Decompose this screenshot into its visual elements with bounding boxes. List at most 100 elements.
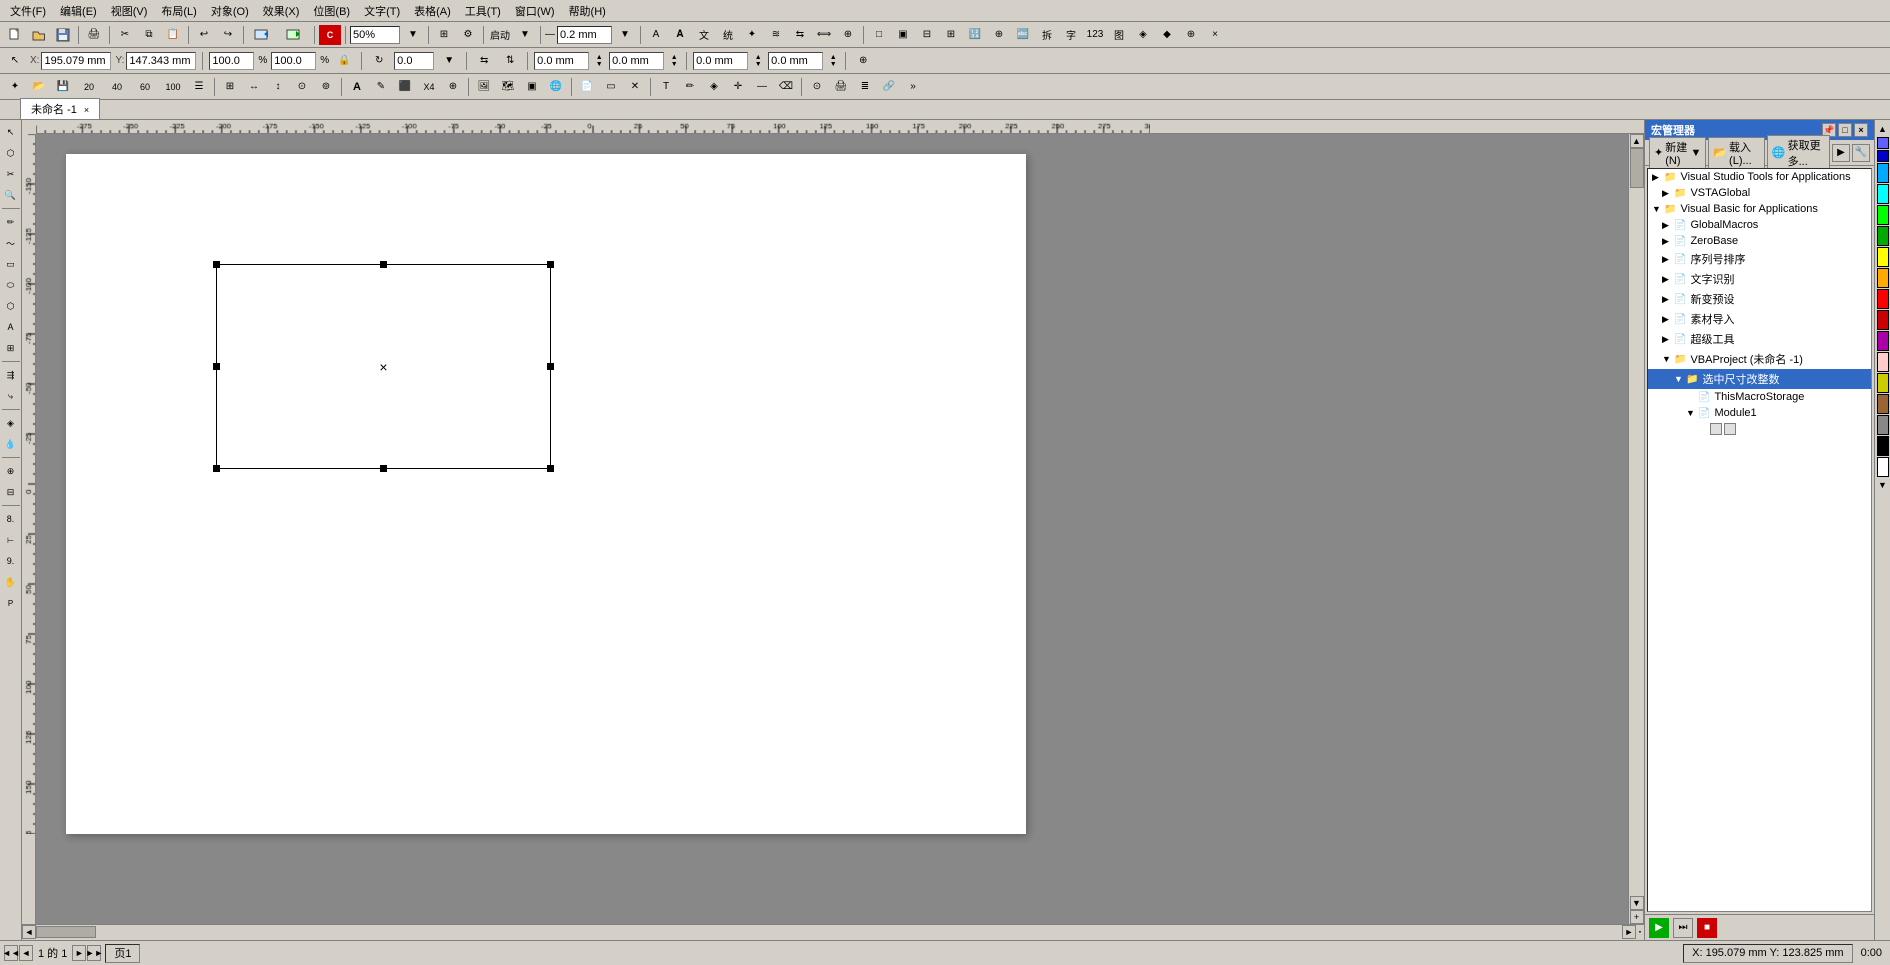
tb-icon-g[interactable]: ⇆ xyxy=(789,25,811,45)
t2-printer[interactable]: 🖨 xyxy=(830,77,852,97)
rectangle-object[interactable]: × xyxy=(216,264,551,469)
color-strip-up[interactable]: ▲ xyxy=(1876,122,1890,136)
import-btn[interactable] xyxy=(248,25,278,45)
tree-material[interactable]: ▶ 📄 素材导入 xyxy=(1648,309,1871,329)
menu-window[interactable]: 窗口(W) xyxy=(509,1,561,21)
tool-8[interactable]: 8. xyxy=(1,509,21,529)
print-btn[interactable]: 🖨 xyxy=(83,25,105,45)
menu-help[interactable]: 帮助(H) xyxy=(563,1,612,21)
tb-icon-r[interactable]: 字 xyxy=(1060,25,1082,45)
scroll-up-btn[interactable]: ▲ xyxy=(1630,134,1644,148)
menu-text[interactable]: 文字(T) xyxy=(358,1,406,21)
page-prev-btn[interactable]: ◄ xyxy=(19,945,33,961)
pos-x-input[interactable] xyxy=(534,52,589,70)
pos-y-arrows[interactable]: ▲▼ xyxy=(668,51,680,71)
tree-toggle-zerobase[interactable]: ▶ xyxy=(1662,236,1672,247)
color-gray[interactable] xyxy=(1877,415,1889,435)
scroll-track-h[interactable] xyxy=(36,925,1622,940)
handle-bot-mid[interactable] xyxy=(380,465,387,472)
t2-rect[interactable]: ▭ xyxy=(600,77,622,97)
tb-icon-t[interactable]: 图 xyxy=(1108,25,1130,45)
tool-extras[interactable]: ⊕ xyxy=(1,461,21,481)
scroll-thumb-h[interactable] xyxy=(36,926,96,938)
tree-toggle-vstaglobal[interactable]: ▶ xyxy=(1662,188,1672,199)
menu-bitmap[interactable]: 位图(B) xyxy=(307,1,356,21)
menu-effects[interactable]: 效果(X) xyxy=(257,1,306,21)
menu-edit[interactable]: 编辑(E) xyxy=(54,1,103,21)
tool-eyedrop[interactable]: 💧 xyxy=(1,434,21,454)
handle-bot-right[interactable] xyxy=(547,465,554,472)
page-last-btn[interactable]: ►► xyxy=(87,945,101,961)
tool-ellipse[interactable]: ⬭ xyxy=(1,275,21,295)
page-next-btn[interactable]: ► xyxy=(72,945,86,961)
color-darkblue[interactable] xyxy=(1877,150,1889,162)
color-olive[interactable] xyxy=(1877,373,1889,393)
macro-load-btn[interactable]: 📂 载入(L)... xyxy=(1708,137,1765,169)
t2-img1[interactable]: 🖼 xyxy=(473,77,495,97)
tool-hand[interactable]: ✋ xyxy=(1,572,21,592)
tb-icon-v[interactable]: ◆ xyxy=(1156,25,1178,45)
t2-T[interactable]: T xyxy=(655,77,677,97)
expand-btn[interactable]: + xyxy=(1630,910,1644,924)
t2-A-btn[interactable]: A xyxy=(346,77,368,97)
settings-btn[interactable]: ⚙ xyxy=(457,25,479,45)
rotation-input[interactable] xyxy=(394,52,434,70)
x-input[interactable] xyxy=(41,52,111,70)
t2-num2[interactable]: 40 xyxy=(104,77,130,97)
lock-ratio-btn[interactable]: 🔒 xyxy=(333,51,355,71)
tb-icon-b[interactable]: 𝐀 xyxy=(669,25,691,45)
t2-f[interactable]: ⊚ xyxy=(315,77,337,97)
t2-barcode[interactable]: ≣ xyxy=(854,77,876,97)
color-lightblue[interactable] xyxy=(1877,163,1889,183)
tool-crop[interactable]: ✂ xyxy=(1,164,21,184)
t2-eraser[interactable]: ⌫ xyxy=(775,77,797,97)
menu-tools[interactable]: 工具(T) xyxy=(459,1,507,21)
size-h-arrows[interactable]: ▲▼ xyxy=(827,51,839,71)
tool-p[interactable]: P xyxy=(1,593,21,613)
tree-toggle-seqsort[interactable]: ▶ xyxy=(1662,254,1672,265)
tool-parallel[interactable]: ⇶ xyxy=(1,365,21,385)
t2-open[interactable]: 📂 xyxy=(28,77,50,97)
t2-x4[interactable]: X4 xyxy=(418,77,440,97)
t2-d[interactable]: ↕ xyxy=(267,77,289,97)
tree-toggle-material[interactable]: ▶ xyxy=(1662,314,1672,325)
t2-line[interactable]: — xyxy=(751,77,773,97)
pos-y-input[interactable] xyxy=(609,52,664,70)
macro-new-arrow[interactable]: ▼ xyxy=(1690,147,1701,159)
tree-toggle-supertool[interactable]: ▶ xyxy=(1662,334,1672,345)
scroll-right-btn[interactable]: ► xyxy=(1622,925,1636,939)
handle-bot-left[interactable] xyxy=(213,465,220,472)
tb-icon-l[interactable]: ⊟ xyxy=(916,25,938,45)
menu-file[interactable]: 文件(F) xyxy=(4,1,52,21)
mirror-h-btn[interactable]: ⇆ xyxy=(473,51,495,71)
copy-btn[interactable]: ⧉ xyxy=(138,25,160,45)
drawing-page[interactable]: × xyxy=(66,154,1026,834)
menu-layout[interactable]: 布局(L) xyxy=(155,1,202,21)
t2-cross[interactable]: ✛ xyxy=(727,77,749,97)
tb-icon-d[interactable]: 统 xyxy=(717,25,739,45)
tree-toggle-vsta[interactable]: ▶ xyxy=(1652,172,1662,183)
menu-object[interactable]: 对象(O) xyxy=(205,1,255,21)
tree-supertool[interactable]: ▶ 📄 超级工具 xyxy=(1648,329,1871,349)
export-btn[interactable] xyxy=(280,25,310,45)
size-h-input[interactable] xyxy=(768,52,823,70)
macro-new-btn[interactable]: ✦ 新建(N) ▼ xyxy=(1649,137,1706,169)
color-red[interactable] xyxy=(1877,289,1889,309)
mirror-v-btn[interactable]: ⇅ xyxy=(499,51,521,71)
line-width-input[interactable] xyxy=(557,26,612,44)
tree-vba[interactable]: ▼ 📁 Visual Basic for Applications xyxy=(1648,201,1871,217)
t2-circle[interactable]: ⊕ xyxy=(442,77,464,97)
color-darkred[interactable] xyxy=(1877,310,1889,330)
tool-extras2[interactable]: ⊟ xyxy=(1,482,21,502)
tree-globalmacros[interactable]: ▶ 📄 GlobalMacros xyxy=(1648,217,1871,233)
tb-icon-w[interactable]: ⊕ xyxy=(1180,25,1202,45)
tool-freehand[interactable]: ✏ xyxy=(1,212,21,232)
tree-vsta[interactable]: ▶ 📁 Visual Studio Tools for Applications xyxy=(1648,169,1871,185)
handle-top-left[interactable] xyxy=(213,261,220,268)
tool-table[interactable]: ⊞ xyxy=(1,338,21,358)
t2-pencil[interactable]: ✎ xyxy=(370,77,392,97)
tree-vbaproject[interactable]: ▼ 📁 VBAProject (未命名 -1) xyxy=(1648,349,1871,369)
tb-icon-n[interactable]: 🔢 xyxy=(964,25,986,45)
tree-toggle-newpreset[interactable]: ▶ xyxy=(1662,294,1672,305)
macro-tree[interactable]: ▶ 📁 Visual Studio Tools for Applications… xyxy=(1647,168,1872,912)
